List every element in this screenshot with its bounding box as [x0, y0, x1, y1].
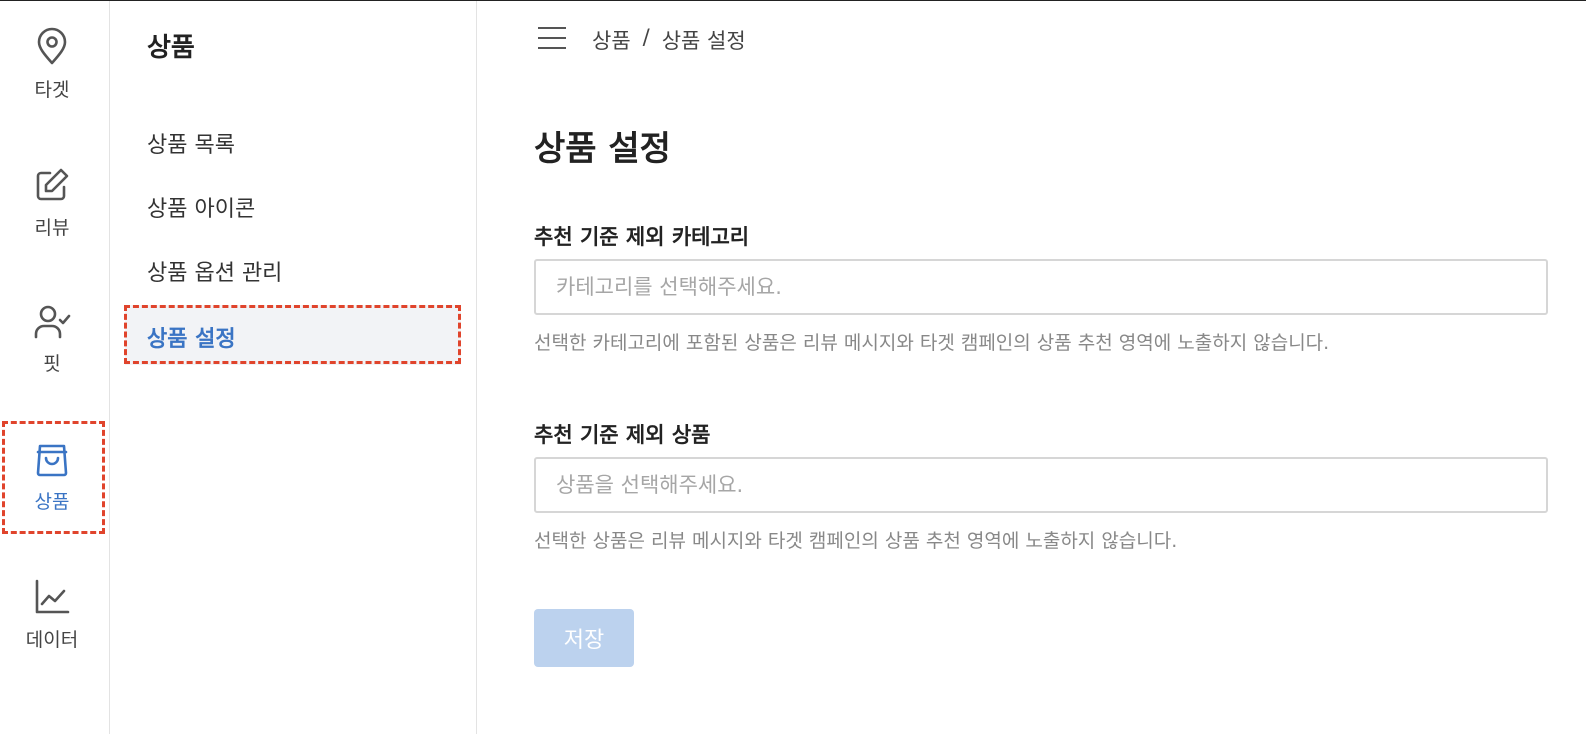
breadcrumb-parent[interactable]: 상품: [592, 25, 631, 55]
subnav-item-product-list[interactable]: 상품 목록: [147, 127, 235, 159]
rail-label-fit: 핏: [43, 353, 61, 375]
menu-icon[interactable]: [538, 27, 566, 49]
rail-item-fit[interactable]: 핏: [0, 301, 104, 376]
rail-item-target[interactable]: 타겟: [0, 27, 104, 102]
sub-navigation: 상품 상품 목록 상품 아이콘 상품 옵션 관리 상품 설정: [111, 1, 477, 734]
icon-rail: 타겟 리뷰 핏 상품 데이터: [0, 1, 110, 734]
shopping-bag-icon: [36, 444, 68, 477]
save-button[interactable]: 저장: [534, 609, 634, 667]
rail-item-data[interactable]: 데이터: [0, 577, 104, 652]
main-content: 상품 / 상품 설정 상품 설정 추천 기준 제외 카테고리 선택한 카테고리에…: [478, 1, 1586, 734]
product-select-input[interactable]: [534, 457, 1548, 513]
category-select-input[interactable]: [534, 259, 1548, 315]
category-field-label: 추천 기준 제외 카테고리: [534, 225, 750, 249]
rail-label-review: 리뷰: [34, 217, 70, 239]
product-field-label: 추천 기준 제외 상품: [534, 423, 711, 447]
product-help-text: 선택한 상품은 리뷰 메시지와 타겟 캠페인의 상품 추천 영역에 노출하지 않…: [534, 530, 1178, 552]
page-title: 상품 설정: [534, 129, 671, 169]
breadcrumb-separator: /: [642, 25, 650, 49]
subnav-item-product-icon[interactable]: 상품 아이콘: [147, 191, 255, 223]
breadcrumb: 상품 / 상품 설정: [592, 25, 746, 55]
rail-item-product[interactable]: 상품: [0, 439, 104, 514]
user-check-icon: [34, 305, 71, 339]
category-help-text: 선택한 카테고리에 포함된 상품은 리뷰 메시지와 타겟 캠페인의 상품 추천 …: [534, 332, 1330, 354]
location-pin-icon: [37, 27, 67, 65]
subnav-title: 상품: [147, 33, 195, 63]
subnav-item-product-options[interactable]: 상품 옵션 관리: [147, 255, 282, 287]
rail-label-target: 타겟: [34, 79, 70, 101]
line-chart-icon: [35, 579, 70, 614]
subnav-item-product-settings[interactable]: 상품 설정: [147, 321, 236, 353]
rail-label-product: 상품: [34, 491, 70, 513]
edit-icon: [36, 168, 69, 201]
rail-item-review[interactable]: 리뷰: [0, 165, 104, 240]
rail-label-data: 데이터: [25, 629, 79, 651]
breadcrumb-current: 상품 설정: [661, 29, 746, 53]
